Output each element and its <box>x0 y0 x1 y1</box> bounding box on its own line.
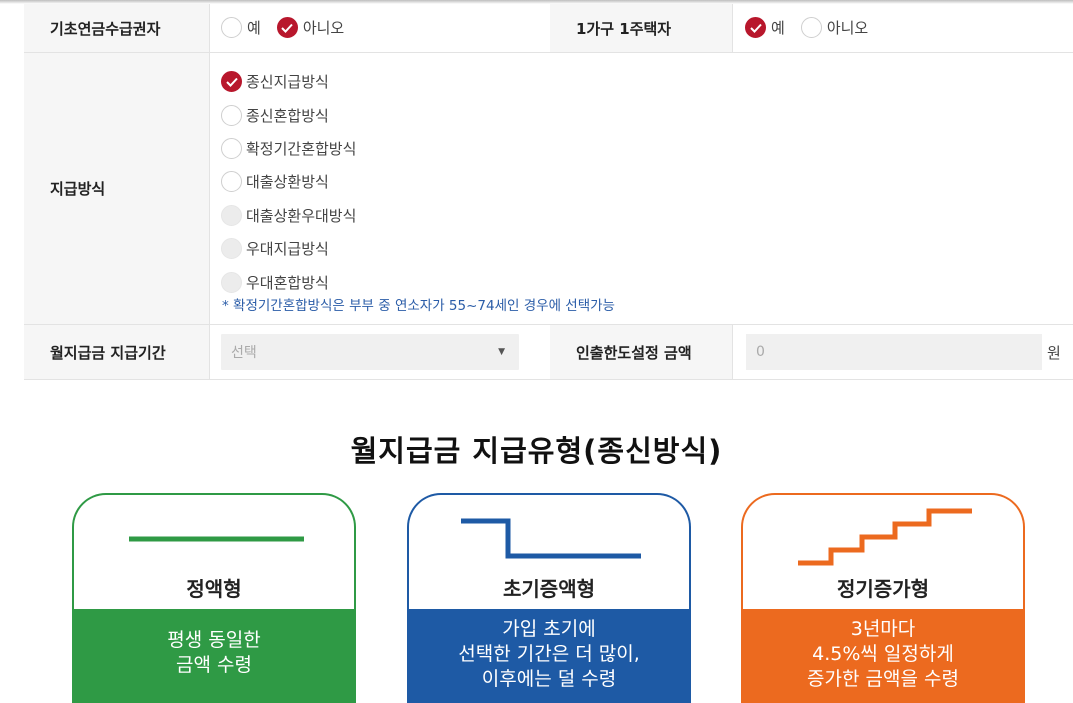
withdraw-limit-unit: 원 <box>1047 344 1061 362</box>
radio-unchecked-icon <box>221 104 242 126</box>
radio-unchecked-icon <box>221 137 242 159</box>
radio-checked-icon <box>276 17 298 38</box>
card-description: 3년마다 4.5%씩 일정하게 증가한 금액을 수령 <box>743 609 1023 703</box>
card-description: 가입 초기에 선택한 기간은 더 많이, 이후에는 덜 수령 <box>409 609 689 703</box>
withdraw-limit-label: 인출한도설정 금액 <box>550 325 732 379</box>
method-lifetime-mixed-radio[interactable]: 종신혼합방식 <box>221 98 356 131</box>
one-house-radio-group: 예 아니오 <box>745 17 884 38</box>
form-row-period-amount: 월지급금 지급기간 선택 ▼ 인출한도설정 금액 0 원 <box>24 325 1073 380</box>
card-periodic-increase: 정기증가형 3년마다 4.5%씩 일정하게 증가한 금액을 수령 <box>741 493 1025 703</box>
monthly-period-select-value: 선택 <box>231 345 257 361</box>
one-house-yes-radio[interactable]: 예 <box>745 17 785 38</box>
radio-unchecked-icon <box>800 17 822 38</box>
basic-pension-yes-radio[interactable]: 예 <box>221 17 261 38</box>
radio-checked-icon <box>221 71 242 93</box>
card-description: 평생 동일한 금액 수령 <box>74 609 354 703</box>
card-early-increase: 초기증액형 가입 초기에 선택한 기간은 더 많이, 이후에는 덜 수령 <box>407 493 691 703</box>
radio-unchecked-icon <box>221 171 242 193</box>
form-row-eligibility: 기초연금수급권자 예 아니오 1가구 1주택자 예 아니오 <box>24 4 1073 53</box>
monthly-period-label: 월지급금 지급기간 <box>24 325 209 379</box>
one-house-label: 1가구 1주택자 <box>550 4 732 52</box>
payment-method-note: * 확정기간혼합방식은 부부 중 연소자가 55~74세인 경우에 선택가능 <box>222 298 615 314</box>
radio-disabled-icon <box>221 271 242 293</box>
radio-disabled-icon <box>221 204 242 226</box>
method-loan-repayment-radio[interactable]: 대출상환방식 <box>221 165 356 198</box>
radio-unchecked-icon <box>221 17 242 38</box>
card-name: 초기증액형 <box>503 577 595 601</box>
basic-pension-radio-group: 예 아니오 <box>221 17 360 38</box>
step-down-icon <box>461 518 641 559</box>
radio-checked-icon <box>745 17 766 38</box>
card-name: 정기증가형 <box>837 577 929 601</box>
monthly-period-select[interactable]: 선택 ▼ <box>221 334 519 370</box>
stairs-up-icon <box>798 508 972 566</box>
method-lifetime-payment-radio[interactable]: 종신지급방식 <box>221 65 356 98</box>
form-row-payment-method: 지급방식 종신지급방식 종신혼합방식 확정기간혼합방식 대출상환방식 대출상환우… <box>24 53 1073 325</box>
method-preferred-payment-radio[interactable]: 우대지급방식 <box>221 232 356 265</box>
payment-method-radio-list: 종신지급방식 종신혼합방식 확정기간혼합방식 대출상환방식 대출상환우대방식 우… <box>221 65 356 299</box>
withdraw-limit-input[interactable]: 0 <box>746 334 1042 370</box>
payment-method-label: 지급방식 <box>24 53 209 324</box>
flat-line-icon <box>129 536 304 542</box>
section-title: 월지급금 지급유형(종신방식) <box>350 434 723 468</box>
method-loan-repayment-preferred-radio[interactable]: 대출상환우대방식 <box>221 199 356 232</box>
card-fixed-amount: 정액형 평생 동일한 금액 수령 <box>72 493 356 703</box>
basic-pension-no-radio[interactable]: 아니오 <box>276 17 344 38</box>
dropdown-arrow-icon: ▼ <box>498 347 505 357</box>
one-house-no-radio[interactable]: 아니오 <box>800 17 868 38</box>
basic-pension-label: 기초연금수급권자 <box>24 4 209 52</box>
card-name: 정액형 <box>186 577 242 601</box>
method-fixed-period-mixed-radio[interactable]: 확정기간혼합방식 <box>221 132 356 165</box>
radio-disabled-icon <box>221 238 242 260</box>
